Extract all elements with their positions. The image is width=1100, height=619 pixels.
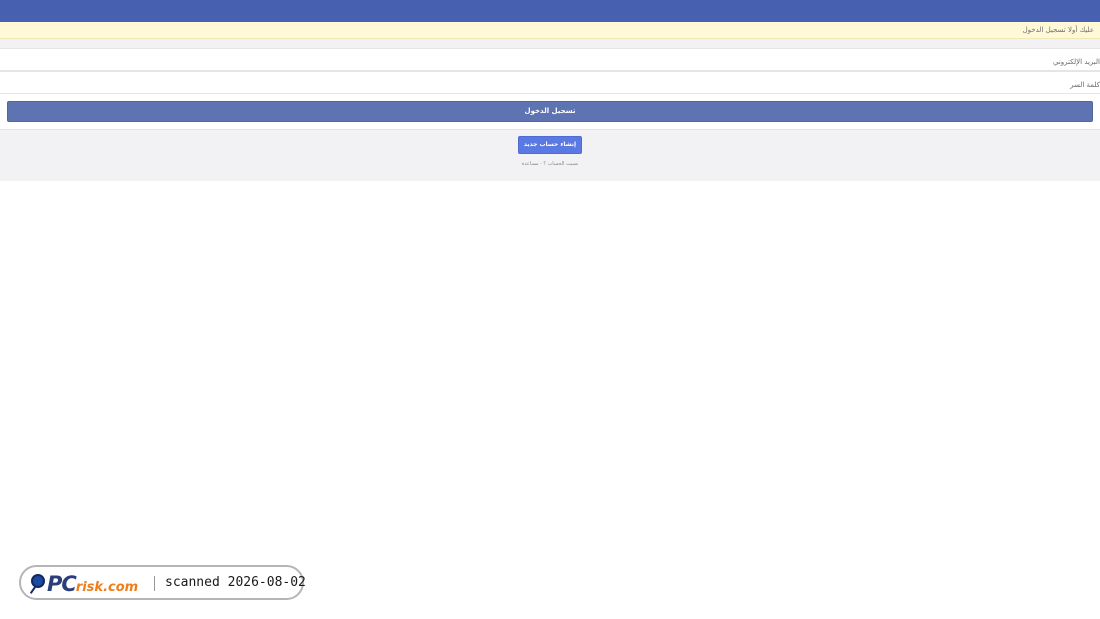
notice-text: عليك أولا تسجيل الدخول xyxy=(1022,26,1094,34)
badge-separator xyxy=(154,576,155,591)
secondary-actions-area: إنشاء حساب جديد نسيت الحساب ؟ · مساعدة xyxy=(0,129,1100,181)
top-header-bar xyxy=(0,0,1100,22)
email-field-row xyxy=(0,48,1100,71)
forgot-account-link[interactable]: نسيت الحساب ؟ xyxy=(543,161,578,167)
login-button[interactable]: تسجيل الدخول xyxy=(7,101,1093,122)
scan-date-text: scanned 2026-08-02 xyxy=(165,575,306,590)
pcrisk-logo: PCrisk.com xyxy=(29,572,146,596)
password-field[interactable] xyxy=(0,74,1100,93)
link-separator: · xyxy=(538,161,542,167)
login-button-area: تسجيل الدخول xyxy=(0,94,1100,129)
help-links: نسيت الحساب ؟ · مساعدة xyxy=(0,160,1100,168)
logo-text: PCrisk.com xyxy=(47,572,138,596)
email-field[interactable] xyxy=(0,51,1100,70)
magnifier-handle-icon xyxy=(29,586,37,594)
logo-pc-text: PC xyxy=(47,572,77,596)
login-required-notice: عليك أولا تسجيل الدخول xyxy=(0,22,1100,39)
help-link[interactable]: مساعدة xyxy=(522,161,539,167)
password-field-row xyxy=(0,71,1100,94)
scan-watermark-badge: PCrisk.com scanned 2026-08-02 xyxy=(19,565,306,600)
logo-risk-text: risk.com xyxy=(75,580,139,595)
create-account-button[interactable]: إنشاء حساب جديد xyxy=(518,136,582,154)
form-spacer xyxy=(0,39,1100,48)
